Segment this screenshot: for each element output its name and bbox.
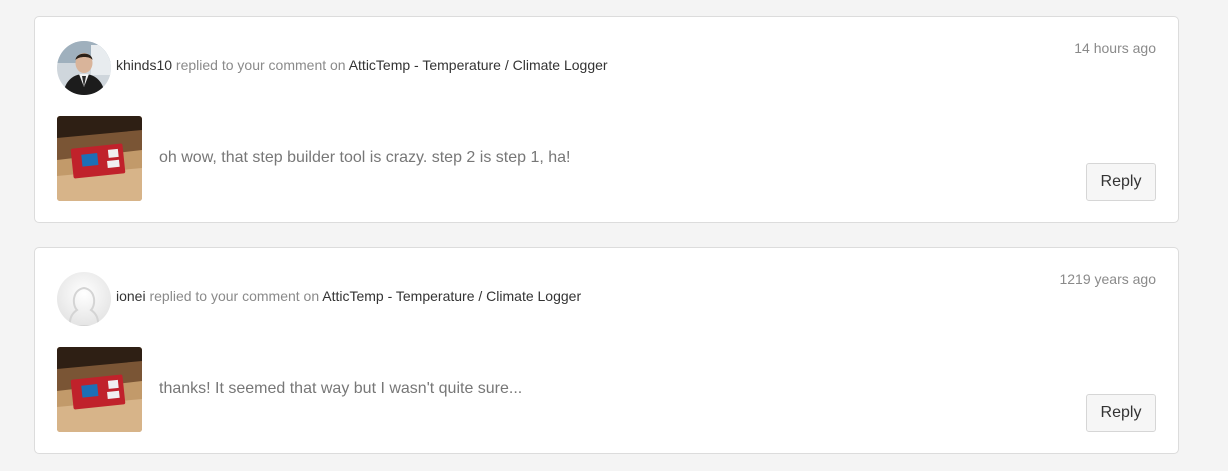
- project-thumbnail[interactable]: [57, 347, 142, 432]
- device-photo-icon: [57, 116, 142, 201]
- user-photo-icon: [57, 41, 111, 95]
- comment-text: thanks! It seemed that way but I wasn't …: [159, 380, 523, 397]
- user-avatar-khinds10[interactable]: [57, 41, 111, 95]
- username-link[interactable]: khinds10: [116, 57, 172, 73]
- comment-text: oh wow, that step builder tool is crazy.…: [159, 149, 571, 166]
- device-photo-icon: [57, 347, 142, 432]
- timestamp: 14 hours ago: [1074, 40, 1156, 56]
- username-link[interactable]: ionei: [116, 288, 146, 304]
- action-text: replied to your comment on: [172, 57, 349, 73]
- reply-button[interactable]: Reply: [1086, 163, 1156, 201]
- project-link[interactable]: AtticTemp - Temperature / Climate Logger: [322, 288, 581, 304]
- user-avatar-ionei[interactable]: [57, 272, 111, 326]
- project-thumbnail[interactable]: [57, 116, 142, 201]
- notification-feed: khinds10 replied to your comment on Atti…: [0, 0, 1228, 471]
- notification-header: khinds10 replied to your comment on Atti…: [116, 57, 608, 73]
- notification-card: ionei replied to your comment on AtticTe…: [34, 247, 1179, 454]
- project-link[interactable]: AtticTemp - Temperature / Climate Logger: [349, 57, 608, 73]
- action-text: replied to your comment on: [145, 288, 323, 304]
- timestamp: 1219 years ago: [1059, 271, 1156, 287]
- notification-header: ionei replied to your comment on AtticTe…: [116, 288, 581, 304]
- default-avatar-icon: [57, 272, 111, 326]
- notification-card: khinds10 replied to your comment on Atti…: [34, 16, 1179, 223]
- reply-button[interactable]: Reply: [1086, 394, 1156, 432]
